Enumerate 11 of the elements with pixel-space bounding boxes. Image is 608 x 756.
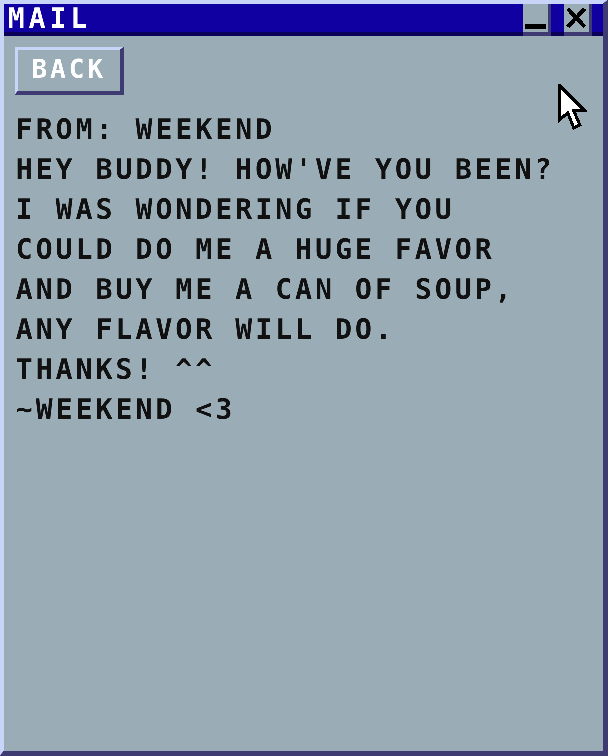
mouse-pointer-icon: [558, 84, 587, 130]
mail-body: HEY BUDDY! HOW'VE YOU BEEN? I WAS WONDERING IF YOU COULD DO ME A HUGE FAVOR AND BUY ME A CAN OF SOUP, ANY FLAVOR WILL DO.: [16, 152, 555, 348]
minimize-icon: [525, 24, 546, 29]
close-button[interactable]: [564, 4, 592, 36]
mail-sender: FROM: WEEKEND: [16, 112, 276, 148]
window-title: MAIL: [8, 5, 92, 33]
mail-signature: ~WEEKEND <3: [16, 392, 236, 428]
back-button[interactable]: BACK: [15, 47, 124, 95]
close-icon: [566, 7, 587, 29]
mail-sign-off: THANKS! ^^: [16, 352, 216, 388]
minimize-button[interactable]: [523, 4, 551, 36]
